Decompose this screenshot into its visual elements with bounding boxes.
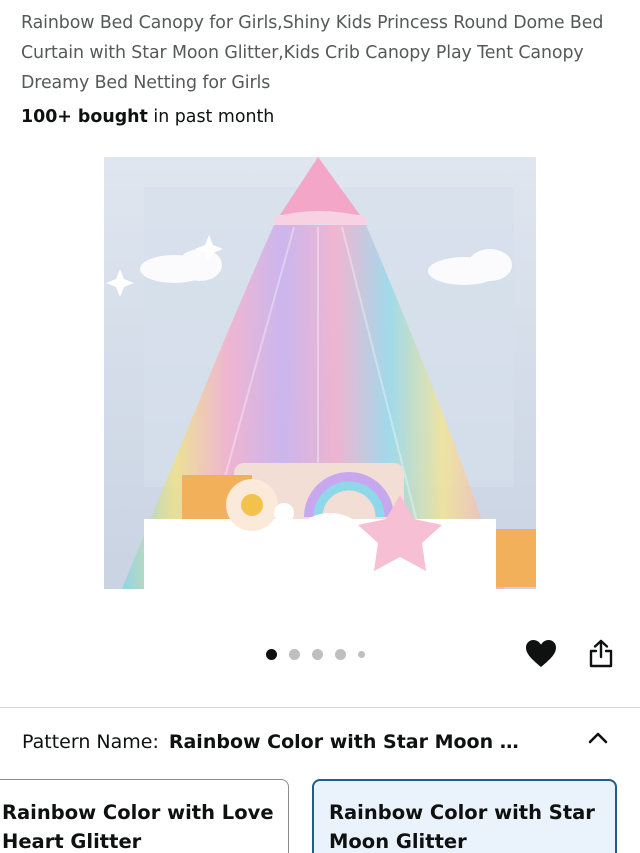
carousel-dot[interactable]: [358, 650, 365, 658]
pattern-option-label: Rainbow Color with Love Heart Glitter: [2, 801, 274, 853]
pattern-option-love-heart[interactable]: Rainbow Color with Love Heart Glitter: [0, 779, 289, 853]
bought-count: 100+ bought in past month: [21, 104, 274, 130]
product-image-illustration: [104, 157, 536, 589]
product-title: Rainbow Bed Canopy for Girls,Shiny Kids …: [21, 13, 604, 93]
pattern-name-label: Pattern Name: Rainbow Color with Star Moo…: [22, 729, 519, 755]
carousel-dot[interactable]: [266, 648, 277, 660]
carousel-dot[interactable]: [335, 648, 346, 660]
carousel-dot[interactable]: [312, 648, 323, 660]
share-icon[interactable]: [585, 638, 617, 670]
pattern-option-star-moon[interactable]: Rainbow Color with Star Moon Glitter: [312, 779, 617, 853]
pattern-name-selector[interactable]: Pattern Name: Rainbow Color with Star Moo…: [0, 708, 640, 774]
pattern-name-value: Rainbow Color with Star Moon …: [168, 731, 519, 753]
bought-count-value: 100+ bought: [21, 107, 148, 127]
chevron-up-icon[interactable]: [587, 727, 609, 749]
pattern-option-label: Rainbow Color with Star Moon Glitter: [329, 801, 595, 853]
product-image[interactable]: [104, 157, 536, 589]
heart-icon[interactable]: [524, 637, 558, 671]
image-carousel-indicator: [266, 648, 365, 660]
pattern-name-key: Pattern Name:: [22, 731, 159, 753]
carousel-dot[interactable]: [289, 648, 300, 660]
bought-count-suffix: in past month: [147, 107, 275, 127]
